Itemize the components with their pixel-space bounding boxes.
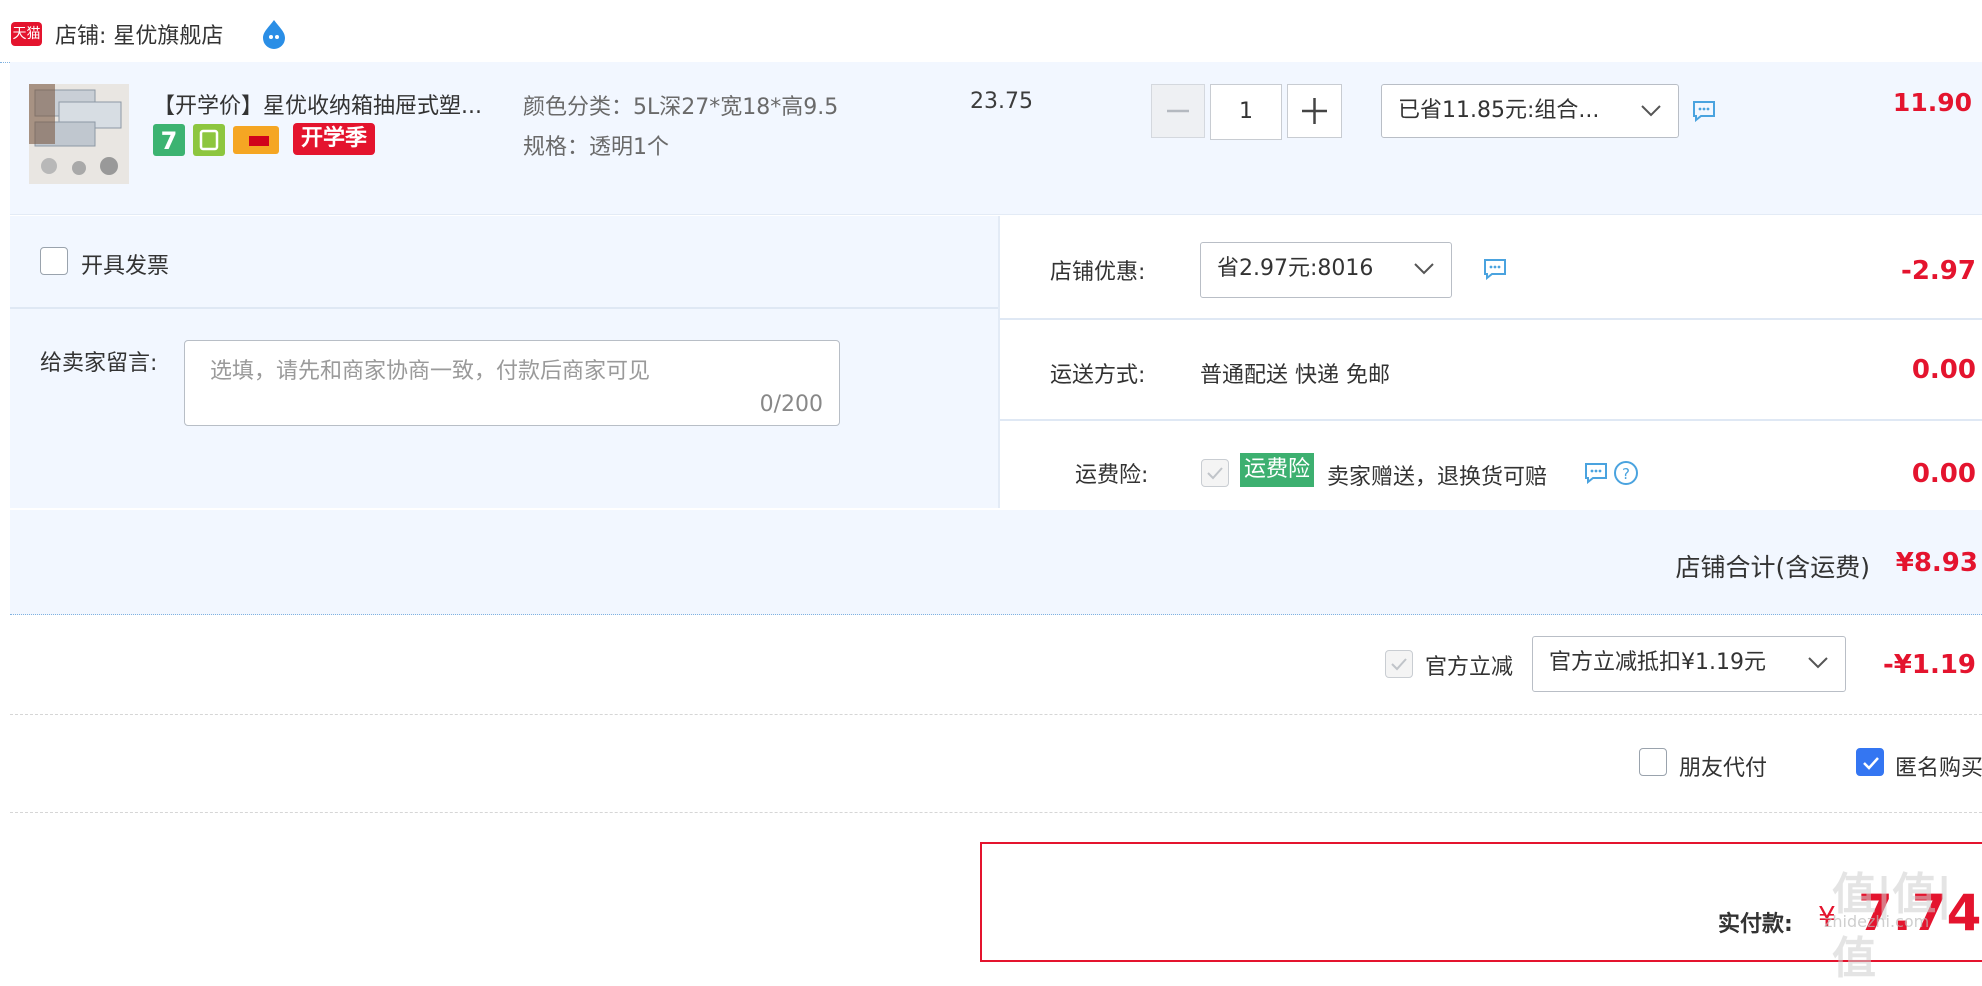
friend-pay-checkbox[interactable] (1639, 748, 1667, 776)
school-season-badge: 开学季 (293, 123, 376, 155)
insurance-chat-icon[interactable] (1584, 462, 1608, 488)
wangwang-chat-icon[interactable] (258, 18, 290, 50)
panel-vertical-divider (998, 216, 1000, 508)
official-discount-label: 官方立减 (1425, 655, 1514, 680)
store-total-amount: ¥8.93 (1895, 548, 1978, 578)
store-discount-label: 店铺优惠: (1050, 260, 1146, 285)
insurance-label: 运费险: (1075, 463, 1149, 488)
panel-divider (1000, 419, 1982, 421)
discount-info-chat-icon[interactable] (1692, 100, 1716, 126)
shipping-label: 运送方式: (1050, 363, 1146, 388)
product-title-link[interactable]: 【开学价】星优收纳箱抽屉式塑... (153, 88, 482, 120)
official-discount-value: 官方立减抵扣¥1.19元 (1549, 650, 1766, 675)
quantity-input[interactable]: 1 (1210, 84, 1282, 140)
store-name[interactable]: 店铺: 星优旗舰店 (55, 18, 223, 50)
chevron-down-icon (1808, 657, 1828, 669)
svg-text:?: ? (1622, 465, 1630, 483)
memo-placeholder: 选填，请先和商家协商一致，付款后商家可见 (210, 359, 651, 384)
tmall-logo: 天猫 (11, 22, 42, 46)
item-discount-value: 已省11.85元:组合... (1398, 98, 1600, 123)
store-total-label: 店铺合计(含运费) (1675, 553, 1870, 582)
help-question-icon[interactable]: ? (1613, 460, 1639, 490)
sku-spec: 规格：透明1个 (523, 135, 669, 160)
unit-price: 23.75 (970, 89, 1033, 114)
panel-divider (10, 307, 998, 309)
anonymous-checkbox[interactable] (1856, 748, 1884, 776)
item-discount-select[interactable]: 已省11.85元:组合... (1381, 84, 1679, 138)
store-header (0, 0, 1982, 63)
quantity-increase-button[interactable] (1287, 84, 1342, 138)
memo-char-counter: 0/200 (759, 392, 823, 417)
shipping-amount: 0.00 (1911, 355, 1976, 385)
official-discount-amount: -¥1.19 (1882, 650, 1976, 680)
insurance-tag: 运费险 (1240, 453, 1315, 487)
insurance-checkbox[interactable] (1201, 459, 1229, 487)
anonymous-label: 匿名购买 (1895, 756, 1982, 781)
insurance-amount: 0.00 (1911, 459, 1976, 489)
official-discount-checkbox[interactable] (1385, 650, 1413, 678)
insurance-desc: 卖家赠送，退换货可赔 (1327, 465, 1548, 490)
panel-divider (1000, 318, 1982, 320)
coupon-info-chat-icon[interactable] (1483, 258, 1507, 284)
store-coupon-value: 省2.97元:8016 (1217, 256, 1374, 281)
invoice-label: 开具发票 (81, 254, 170, 279)
shipping-method: 普通配送 快递 免邮 (1200, 363, 1390, 388)
quantity-decrease-button[interactable] (1151, 84, 1205, 138)
friend-pay-label: 朋友代付 (1679, 756, 1768, 781)
payment-label: 实付款: (1718, 912, 1793, 937)
official-discount-select[interactable]: 官方立减抵扣¥1.19元 (1532, 636, 1846, 692)
watermark-url: zhidezhi.com (1824, 912, 1930, 931)
product-thumbnail[interactable] (29, 84, 129, 184)
seller-memo-textarea[interactable]: 选填，请先和商家协商一致，付款后商家可见 0/200 (184, 340, 840, 426)
chevron-down-icon (1414, 263, 1434, 275)
svg-text:7: 7 (161, 127, 178, 155)
store-discount-amount: -2.97 (1901, 256, 1976, 286)
item-total-price: 11.90 (1892, 88, 1972, 117)
memo-label: 给卖家留言: (40, 351, 158, 376)
store-coupon-select[interactable]: 省2.97元:8016 (1200, 242, 1452, 298)
sku-color: 颜色分类：5L深27*宽18*高9.5 (523, 95, 839, 120)
chevron-down-icon (1641, 105, 1661, 117)
invoice-checkbox[interactable] (40, 247, 68, 275)
